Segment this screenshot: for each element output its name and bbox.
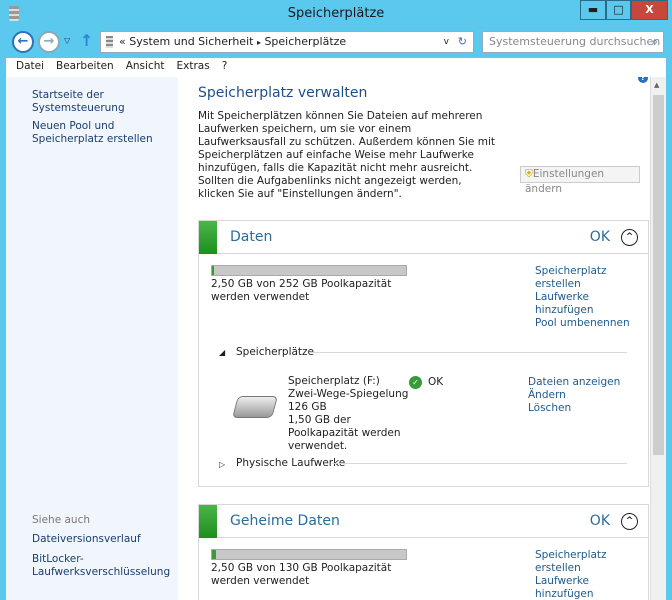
physical-drives-label[interactable]: Physische Laufwerke [236, 457, 345, 470]
link-change[interactable]: Ändern [528, 389, 566, 402]
vertical-scrollbar[interactable]: ▲ [650, 77, 666, 600]
link-create-space[interactable]: Speicherplatz erstellen [535, 265, 607, 291]
search-placeholder: Systemsteuerung durchsuchen [489, 35, 661, 48]
spaces-section-label[interactable]: Speicherplätze [236, 346, 314, 359]
address-bar[interactable]: « System und Sicherheit ▸ Speicherplätze… [100, 31, 474, 53]
menu-bearbeiten[interactable]: Bearbeiten [46, 58, 114, 72]
space-size: 126 GB [288, 401, 327, 413]
search-input[interactable]: Systemsteuerung durchsuchen ⌕ [482, 31, 664, 53]
expand-triangle-icon[interactable]: ◢ [219, 346, 225, 359]
pool-usage-bar [211, 265, 407, 276]
breadcrumb-separator-icon: ▸ [256, 38, 261, 47]
scroll-up-icon[interactable]: ▲ [654, 81, 659, 89]
ok-check-icon: ✓ [409, 376, 422, 389]
space-type: Zwei-Wege-Spiegelung [288, 388, 409, 400]
link-add-drives[interactable]: Laufwerke hinzufügen [535, 291, 595, 317]
pool-usage-fill [212, 266, 214, 275]
pool-status-bar [199, 221, 217, 254]
pool-name: Geheime Daten [230, 513, 340, 529]
refresh-icon[interactable]: ↻ [458, 32, 467, 52]
storage-icon [106, 36, 113, 48]
main-content: Speicherplatz verwalten Mit Speicherplät… [178, 77, 650, 600]
minimize-button[interactable]: ▬ [580, 0, 606, 20]
sidebar: Startseite der Systemsteuerung Neuen Poo… [6, 77, 178, 600]
link-delete[interactable]: Löschen [528, 402, 571, 415]
maximize-button[interactable]: □ [606, 0, 631, 20]
breadcrumb-storage-spaces[interactable]: Speicherplätze [264, 35, 346, 48]
pool-panel-geheime-daten: Geheime Daten OK ^ 2,50 GB von 130 GB Po… [198, 504, 649, 600]
space-used: 1,50 GB der Poolkapazität werden verwend… [288, 414, 401, 452]
back-button[interactable]: ← [12, 31, 34, 53]
space-name: Speicherplatz (F:) [288, 375, 380, 387]
up-button[interactable]: ↑ [80, 31, 93, 50]
pool-usage-fill [212, 550, 216, 559]
link-show-files[interactable]: Dateien anzeigen [528, 376, 620, 389]
pool-status: OK [589, 513, 610, 529]
help-icon[interactable]: ? [638, 77, 648, 83]
divider [332, 463, 627, 464]
window-title: Speicherplätze [287, 6, 385, 21]
pool-header: Daten OK ^ [199, 221, 648, 254]
menu-help[interactable]: ? [212, 58, 228, 72]
settings-button[interactable]: ⛨Einstellungen ändern [520, 166, 640, 195]
space-status: OK [428, 376, 444, 388]
pool-usage-text: 2,50 GB von 130 GB Poolkapazität werden … [211, 562, 392, 587]
sidebar-link-file-history[interactable]: Dateiversionsverlauf [32, 533, 141, 546]
close-button[interactable]: X [631, 0, 668, 20]
shield-icon: ⛨ [525, 168, 533, 180]
breadcrumb-prefix[interactable]: « [119, 35, 126, 48]
navigation-bar: ← → ▽ ↑ « System und Sicherheit ▸ Speich… [6, 28, 666, 58]
link-create-space[interactable]: Speicherplatz erstellen [535, 549, 607, 575]
sidebar-link-home[interactable]: Startseite der Systemsteuerung [32, 89, 182, 115]
sidebar-link-new-pool[interactable]: Neuen Pool und Speicherplatz erstellen [32, 120, 177, 146]
expand-right-icon[interactable]: ▷ [219, 458, 225, 471]
breadcrumb-system-security[interactable]: System und Sicherheit [129, 35, 253, 48]
address-dropdown-icon[interactable]: v [444, 32, 449, 52]
pool-name: Daten [230, 229, 273, 245]
search-icon[interactable]: ⌕ [652, 32, 658, 52]
settings-button-label: Einstellungen ändern [525, 168, 605, 195]
drive-icon [232, 396, 278, 418]
sidebar-link-bitlocker[interactable]: BitLocker-Laufwerksverschlüsselung [32, 553, 170, 579]
recent-pages-chevron-icon[interactable]: ▽ [64, 36, 70, 45]
see-also-heading: Siehe auch [32, 514, 91, 526]
pool-panel-daten: Daten OK ^ 2,50 GB von 252 GB Poolkapazi… [198, 220, 649, 487]
pool-status-bar [199, 505, 217, 538]
link-rename-pool[interactable]: Pool umbenennen [535, 317, 645, 330]
divider [309, 352, 627, 353]
pool-usage-bar [211, 549, 407, 560]
title-bar: Speicherplätze ▬ □ X [0, 0, 672, 28]
menu-datei[interactable]: Datei [6, 58, 44, 72]
space-details: Speicherplatz (F:) Zwei-Wege-Spiegelung … [288, 375, 418, 453]
scrollbar-thumb[interactable] [653, 95, 664, 455]
pool-header: Geheime Daten OK ^ [199, 505, 648, 538]
forward-button[interactable]: → [38, 31, 60, 53]
collapse-icon[interactable]: ^ [621, 229, 638, 246]
menu-ansicht[interactable]: Ansicht [116, 58, 165, 72]
pool-status: OK [589, 229, 610, 245]
pool-usage-text: 2,50 GB von 252 GB Poolkapazität werden … [211, 278, 392, 303]
menu-bar: Datei Bearbeiten Ansicht Extras? [6, 58, 666, 77]
link-add-drives[interactable]: Laufwerke hinzufügen [535, 575, 595, 600]
page-title: Speicherplatz verwalten [198, 85, 368, 101]
menu-extras[interactable]: Extras [167, 58, 210, 72]
intro-text: Mit Speicherplätzen können Sie Dateien a… [198, 110, 495, 200]
collapse-icon[interactable]: ^ [621, 513, 638, 530]
